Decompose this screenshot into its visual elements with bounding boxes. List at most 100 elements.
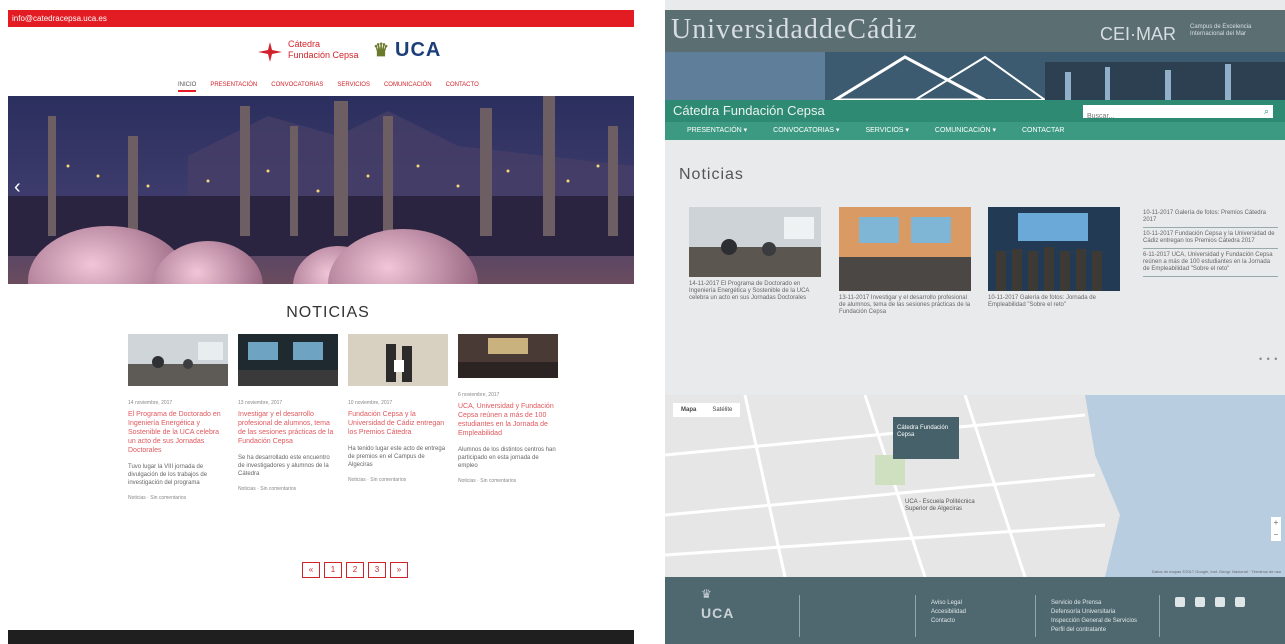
news-thumbnail[interactable] [839, 207, 971, 291]
category-link[interactable]: Noticias [238, 486, 256, 492]
news-thumbnail[interactable] [689, 207, 821, 277]
news-card[interactable]: 13 noviembre, 2017 Investigar y el desar… [238, 334, 338, 492]
header-banner-image [665, 52, 1285, 100]
google-map[interactable]: Mapa Satélite Cátedra Fundación Cepsa UC… [665, 395, 1285, 577]
nav-item-convocatorias[interactable]: CONVOCATORIAS [271, 78, 323, 92]
category-link[interactable]: Noticias [458, 478, 476, 484]
news-title-link[interactable]: Fundación Cepsa y la Universidad de Cádi… [348, 410, 448, 437]
nav-item-comunicacion[interactable]: COMUNICACIÓN [384, 78, 432, 92]
audience-photo [458, 334, 558, 378]
news-card[interactable]: 6 noviembre, 2017 UCA, Universidad y Fun… [458, 334, 558, 484]
main-nav: INICIO PRESENTACIÓN CONVOCATORIAS SERVIC… [178, 78, 518, 92]
twitter-icon[interactable] [1175, 597, 1185, 607]
classroom-photo [128, 334, 228, 386]
instagram-icon[interactable] [1195, 597, 1205, 607]
comments-link[interactable]: Sin comentarios [370, 477, 406, 483]
nav-item-servicios[interactable]: SERVICIOS [337, 78, 370, 92]
news-date: 14 noviembre, 2017 [128, 400, 173, 406]
map-tab-map[interactable]: Mapa [673, 403, 704, 417]
map-place-label: UCA - Escuela Politécnica Superior de Al… [905, 499, 975, 512]
hero-refinery-image: ‹ [8, 96, 634, 284]
news-thumbnail[interactable] [348, 334, 448, 386]
pager-page-2[interactable]: 2 [346, 562, 364, 578]
zoom-in-button[interactable]: + [1271, 517, 1281, 529]
search-box: ⌕ [1083, 105, 1273, 123]
news-card[interactable]: 14 noviembre, 2017 El Programa de Doctor… [128, 334, 228, 501]
news-thumbnail[interactable] [238, 334, 338, 386]
footer-link[interactable]: Servicio de Prensa [1051, 599, 1137, 608]
university-title[interactable]: UniversidaddeCádiz [671, 14, 918, 46]
right-site-screenshot: UniversidaddeCádiz CEI·MAR Campus de Exc… [665, 0, 1285, 644]
news-card[interactable]: 13-11-2017 Investigar y el desarrollo pr… [839, 207, 971, 316]
campus-banner-illustration [665, 52, 1285, 100]
comments-link[interactable]: Sin comentarios [260, 486, 296, 492]
comments-link[interactable]: Sin comentarios [480, 478, 516, 484]
nav-item-comunicacion[interactable]: COMUNICACIÓN ▾ [935, 122, 996, 140]
news-thumbnail[interactable] [128, 334, 228, 386]
news-title-link[interactable]: El Programa de Doctorado en Ingeniería E… [128, 410, 228, 455]
youtube-icon[interactable] [1215, 597, 1225, 607]
news-card[interactable]: 10-11-2017 Galería de fotos: Jornada de … [988, 207, 1120, 309]
map-credit: Datos de mapas ©2017 Google, Inst. Geogr… [1152, 569, 1281, 574]
cepsa-logo-text: Cátedra Fundación Cepsa [288, 39, 359, 61]
search-icon[interactable]: ⌕ [1264, 105, 1269, 118]
footer-link[interactable]: Contacto [931, 617, 966, 626]
logo-row: Cátedra Fundación Cepsa ♛ UCA [8, 34, 634, 70]
topbar-email-link[interactable]: info@catedracepsa.uca.es [12, 12, 107, 25]
pagination: « 1 2 3 » [302, 562, 408, 578]
news-card[interactable]: 10 noviembre, 2017 Fundación Cepsa y la … [348, 334, 448, 483]
comments-link[interactable]: Sin comentarios [150, 495, 186, 501]
pager-page-3[interactable]: 3 [368, 562, 386, 578]
side-news-link[interactable]: 6-11-2017 UCA, Universidad y Fundación C… [1143, 252, 1278, 277]
group-photo [988, 207, 1120, 291]
footer-link[interactable]: Perfil del contratante [1051, 626, 1137, 635]
news-meta: Noticias · Sin comentarios [458, 478, 517, 484]
pager-prev[interactable]: « [302, 562, 320, 578]
news-thumbnail[interactable] [988, 207, 1120, 291]
category-link[interactable]: Noticias [128, 495, 146, 501]
map-streets [665, 395, 1285, 577]
side-news-link[interactable]: 10-11-2017 Galería de fotos: Premios Cát… [1143, 210, 1278, 228]
news-caption-link[interactable]: 14-11-2017 El Programa de Doctorado en I… [689, 281, 821, 302]
facebook-icon[interactable] [1235, 597, 1245, 607]
pager-page-1[interactable]: 1 [324, 562, 342, 578]
news-date: 10 noviembre, 2017 [348, 400, 393, 406]
nav-item-convocatorias[interactable]: CONVOCATORIAS ▾ [773, 122, 839, 140]
uca-logo-text[interactable]: UCA [395, 39, 441, 62]
right-main-nav: PRESENTACIÓN ▾ CONVOCATORIAS ▾ SERVICIOS… [665, 122, 1285, 140]
footer-link[interactable]: Accesibilidad [931, 608, 966, 617]
news-date: 6 noviembre, 2017 [458, 392, 500, 398]
more-news-icon[interactable]: • • • [1259, 354, 1278, 364]
nav-item-contactar[interactable]: CONTACTAR [1022, 122, 1065, 140]
side-news-link[interactable]: 10-11-2017 Fundación Cepsa y la Universi… [1143, 231, 1278, 249]
news-card[interactable]: 14-11-2017 El Programa de Doctorado en I… [689, 207, 821, 302]
map-type-tabs: Mapa Satélite [673, 403, 741, 417]
cepsa-logo-icon[interactable] [256, 40, 284, 64]
footer-link[interactable]: Inspección General de Servicios [1051, 617, 1137, 626]
catedra-name[interactable]: Cátedra Fundación Cepsa [673, 103, 825, 118]
nav-item-servicios[interactable]: SERVICIOS ▾ [865, 122, 908, 140]
pager-next[interactable]: » [390, 562, 408, 578]
classroom-photo [689, 207, 821, 277]
footer-uca-logo[interactable]: UCA [701, 605, 734, 621]
uca-crest-icon: ♛ [373, 40, 390, 60]
news-caption-link[interactable]: 13-11-2017 Investigar y el desarrollo pr… [839, 295, 971, 316]
ceimar-logo[interactable]: CEI·MAR [1100, 24, 1176, 45]
nav-item-presentacion[interactable]: PRESENTACIÓN ▾ [687, 122, 747, 140]
nav-item-contacto[interactable]: CONTACTO [446, 78, 479, 92]
zoom-out-button[interactable]: − [1271, 529, 1281, 541]
news-title-link[interactable]: Investigar y el desarrollo profesional d… [238, 410, 338, 446]
uca-header: UniversidaddeCádiz CEI·MAR Campus de Exc… [665, 10, 1285, 52]
news-caption-link[interactable]: 10-11-2017 Galería de fotos: Jornada de … [988, 295, 1120, 309]
footer-link[interactable]: Aviso Legal [931, 599, 966, 608]
footer-link[interactable]: Defensoría Universitaria [1051, 608, 1137, 617]
category-link[interactable]: Noticias [348, 477, 366, 483]
map-info-pin[interactable]: Cátedra Fundación Cepsa [893, 417, 959, 459]
footer-divider [915, 595, 916, 637]
carousel-prev-icon[interactable]: ‹ [14, 176, 21, 199]
news-title-link[interactable]: UCA, Universidad y Fundación Cepsa reúne… [458, 402, 558, 438]
nav-item-inicio[interactable]: INICIO [178, 78, 197, 92]
nav-item-presentacion[interactable]: PRESENTACIÓN [210, 78, 257, 92]
news-thumbnail[interactable] [458, 334, 558, 378]
map-tab-satellite[interactable]: Satélite [704, 403, 740, 417]
